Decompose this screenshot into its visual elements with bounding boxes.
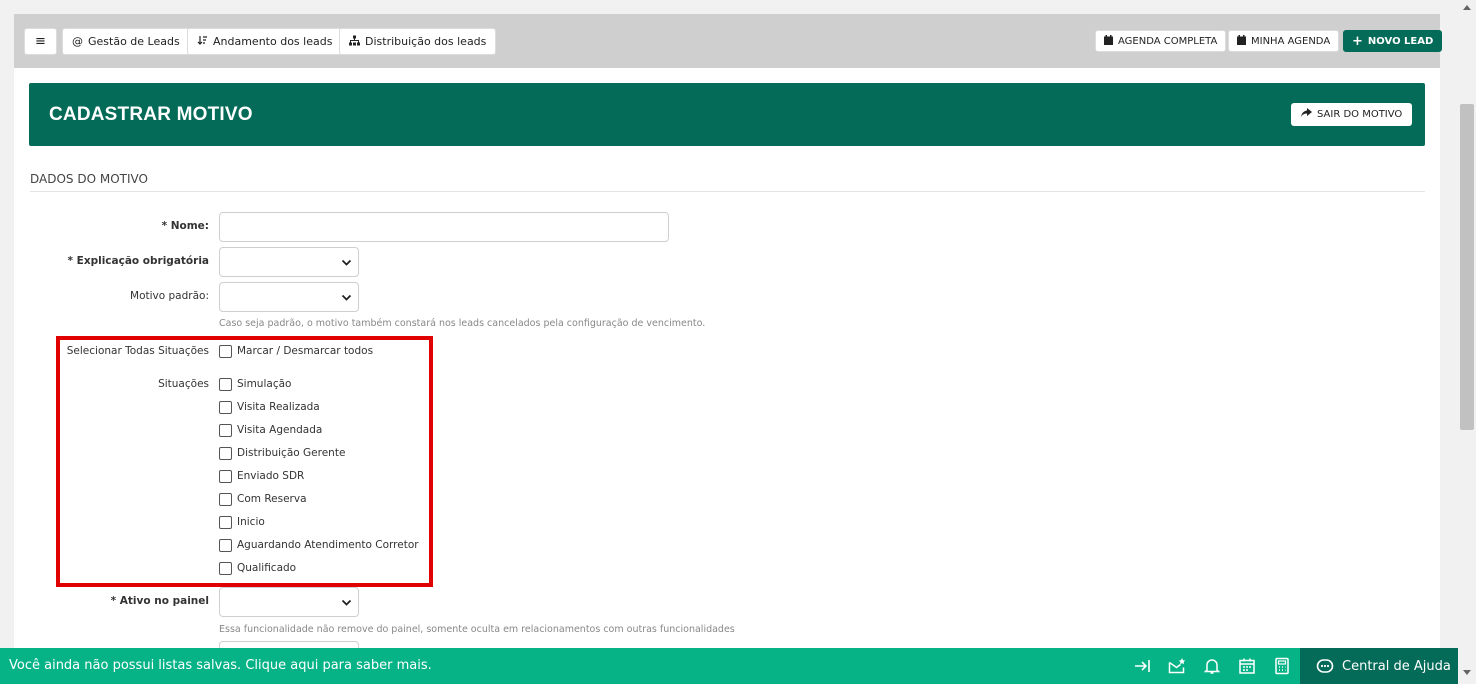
motivo-padrao-help: Caso seja padrão, o motivo também consta…: [219, 318, 706, 329]
chevron-down-icon: [341, 599, 352, 606]
footer-message-link[interactable]: Você ainda não possui listas salvas. Cli…: [9, 658, 432, 673]
novo-lead-label: NOVO LEAD: [1367, 35, 1434, 47]
plus-icon: +: [1352, 33, 1363, 49]
scroll-down-icon[interactable]: [1463, 670, 1471, 676]
calendar-icon: [1104, 34, 1113, 48]
motivo-padrao-select[interactable]: [219, 282, 359, 312]
page-title: CADASTRAR MOTIVO: [49, 104, 253, 125]
section-title: DADOS DO MOTIVO: [30, 172, 148, 186]
distribuicao-leads-label: Distribuição dos leads: [365, 35, 487, 48]
nome-label: * Nome:: [161, 220, 209, 232]
sair-motivo-button[interactable]: SAIR DO MOTIVO: [1291, 103, 1413, 126]
menu-button[interactable]: ≡: [24, 28, 57, 55]
chat-icon: [1316, 659, 1334, 673]
page-scrollbar[interactable]: [1458, 0, 1476, 684]
page-header: CADASTRAR MOTIVO SAIR DO MOTIVO: [29, 83, 1425, 146]
explicacao-select[interactable]: [219, 247, 359, 277]
hamburger-icon: ≡: [35, 34, 46, 49]
motivo-padrao-label: Motivo padrão:: [130, 290, 209, 302]
ativo-painel-label: * Ativo no painel: [110, 595, 209, 607]
scroll-up-icon[interactable]: [1463, 4, 1471, 10]
calendar-icon: [1237, 34, 1246, 48]
share-icon: [1301, 108, 1312, 121]
novo-lead-button[interactable]: + NOVO LEAD: [1343, 30, 1443, 52]
sair-motivo-label: SAIR DO MOTIVO: [1317, 109, 1403, 120]
andamento-leads-button[interactable]: Andamento dos leads: [187, 28, 343, 55]
ativo-painel-select[interactable]: [219, 587, 359, 617]
chevron-down-icon: [341, 294, 352, 301]
gestao-leads-label: Gestão de Leads: [88, 35, 180, 48]
ativo-painel-help: Essa funcionalidade não remove do painel…: [219, 624, 735, 635]
minha-agenda-button[interactable]: MINHA AGENDA: [1228, 30, 1340, 52]
section-divider: [30, 191, 1425, 192]
sitemap-icon: [349, 35, 360, 49]
arrow-right-bar-icon[interactable]: [1133, 657, 1151, 675]
chevron-down-icon: [341, 259, 352, 266]
gestao-leads-button[interactable]: @ Gestão de Leads: [62, 28, 190, 55]
highlight-box: [56, 336, 433, 587]
bell-icon[interactable]: [1203, 657, 1221, 675]
top-toolbar: ≡ @ Gestão de Leads Andamento dos leads …: [14, 14, 1440, 68]
sort-icon: [197, 35, 208, 49]
nome-input[interactable]: [219, 212, 669, 242]
agenda-completa-label: AGENDA COMPLETA: [1118, 35, 1218, 47]
help-center-label: Central de Ajuda: [1342, 658, 1451, 674]
agenda-completa-button[interactable]: AGENDA COMPLETA: [1095, 30, 1227, 52]
footer-bar: Você ainda não possui listas salvas. Cli…: [0, 648, 1300, 684]
scrollbar-thumb[interactable]: [1460, 104, 1474, 430]
calculator-icon[interactable]: [1273, 657, 1291, 675]
calendar-icon[interactable]: [1238, 657, 1256, 675]
andamento-leads-label: Andamento dos leads: [213, 35, 333, 48]
mail-star-icon[interactable]: [1168, 657, 1186, 675]
help-center-button[interactable]: Central de Ajuda: [1300, 648, 1458, 684]
minha-agenda-label: MINHA AGENDA: [1251, 35, 1331, 47]
at-icon: @: [72, 35, 83, 48]
distribuicao-leads-button[interactable]: Distribuição dos leads: [339, 28, 497, 55]
explicacao-label: * Explicação obrigatória: [67, 255, 210, 267]
